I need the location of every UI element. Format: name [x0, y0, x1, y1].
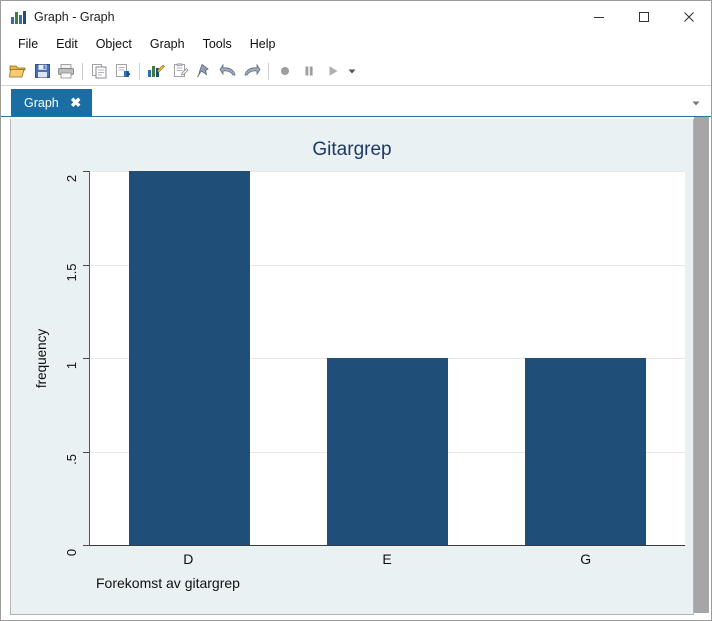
x-axis-label: Forekomst av gitargrep [96, 575, 240, 591]
bar-G[interactable] [525, 358, 647, 545]
menu-help[interactable]: Help [241, 34, 285, 55]
graph-canvas[interactable]: Gitargrep frequency 0 .5 1 1.5 2 D E G F… [10, 119, 694, 615]
new-log-icon [173, 63, 189, 77]
paste-icon [115, 64, 130, 78]
y-tick-15: 1.5 [64, 262, 79, 282]
pin-button[interactable] [192, 59, 216, 83]
menu-bar: File Edit Object Graph Tools Help [1, 32, 711, 57]
window-title: Graph - Graph [34, 9, 115, 24]
toolbar-separator [268, 62, 269, 80]
y-tick-2: 2 [64, 174, 79, 183]
play-button[interactable] [321, 59, 345, 83]
redo-icon [244, 63, 261, 76]
graph-window: Graph - Graph File Edit Object Graph Too… [0, 0, 712, 621]
save-button[interactable] [30, 59, 54, 83]
tab-graph[interactable]: Graph ✖ [11, 89, 92, 116]
bar-cell-E [288, 171, 486, 545]
menu-graph[interactable]: Graph [141, 34, 194, 55]
maximize-button[interactable] [621, 1, 666, 32]
toolbar-separator [139, 62, 140, 80]
x-tick-G: G [580, 551, 592, 567]
pause-button[interactable] [297, 59, 321, 83]
pin-icon [196, 63, 209, 78]
open-file-button[interactable] [6, 59, 30, 83]
window-controls [576, 1, 711, 32]
chevron-down-icon [348, 69, 356, 74]
y-tick-1: 1 [64, 361, 79, 370]
tab-list-button[interactable] [689, 96, 703, 110]
graph-editor-icon [148, 64, 165, 77]
redo-button[interactable] [240, 59, 264, 83]
y-tick-05: .5 [64, 453, 79, 465]
title-bar: Graph - Graph [1, 1, 711, 32]
play-icon [329, 66, 338, 76]
toolbar-overflow-button[interactable] [345, 59, 359, 83]
copy-button[interactable] [87, 59, 111, 83]
undo-icon [219, 63, 236, 76]
bar-cell-D [90, 171, 288, 545]
bar-D[interactable] [128, 171, 250, 545]
open-file-icon [9, 65, 26, 78]
chart-title: Gitargrep [312, 139, 392, 160]
menu-object[interactable]: Object [87, 34, 141, 55]
new-log-button[interactable] [168, 59, 192, 83]
plot-area [89, 171, 685, 546]
copy-icon [91, 64, 106, 79]
x-tick-E: E [382, 551, 392, 567]
graph-figure: Gitargrep frequency 0 .5 1 1.5 2 D E G F… [11, 119, 693, 614]
toolbar [1, 57, 711, 86]
y-tick-0: 0 [64, 548, 79, 557]
close-button[interactable] [666, 1, 711, 32]
toolbar-separator [82, 62, 83, 80]
chevron-down-icon [692, 101, 700, 106]
record-icon [281, 67, 289, 75]
bar-chart-icon [10, 9, 26, 25]
bar-E[interactable] [326, 358, 448, 545]
bar-cell-G [487, 171, 685, 545]
tab-strip: Graph ✖ [1, 86, 711, 117]
y-axis-ticks: 0 .5 1 1.5 2 [11, 171, 89, 556]
record-button[interactable] [273, 59, 297, 83]
bar-series [90, 171, 685, 545]
graph-content: Gitargrep frequency 0 .5 1 1.5 2 D E G F… [1, 117, 711, 620]
x-axis-ticks: D E G [89, 551, 685, 567]
x-tick-D: D [183, 551, 194, 567]
tab-close-icon[interactable]: ✖ [69, 96, 83, 110]
graph-editor-button[interactable] [144, 59, 168, 83]
menu-file[interactable]: File [9, 34, 47, 55]
save-icon [34, 64, 50, 78]
close-icon [683, 11, 694, 22]
undo-button[interactable] [216, 59, 240, 83]
print-icon [58, 64, 74, 79]
menu-tools[interactable]: Tools [194, 34, 241, 55]
pause-icon [305, 66, 313, 76]
minimize-icon [593, 16, 604, 18]
maximize-icon [638, 11, 649, 22]
print-button[interactable] [54, 59, 78, 83]
menu-edit[interactable]: Edit [47, 34, 87, 55]
vertical-scrollbar[interactable] [694, 117, 709, 613]
paste-button[interactable] [111, 59, 135, 83]
tab-label: Graph [24, 95, 59, 110]
minimize-button[interactable] [576, 1, 621, 32]
